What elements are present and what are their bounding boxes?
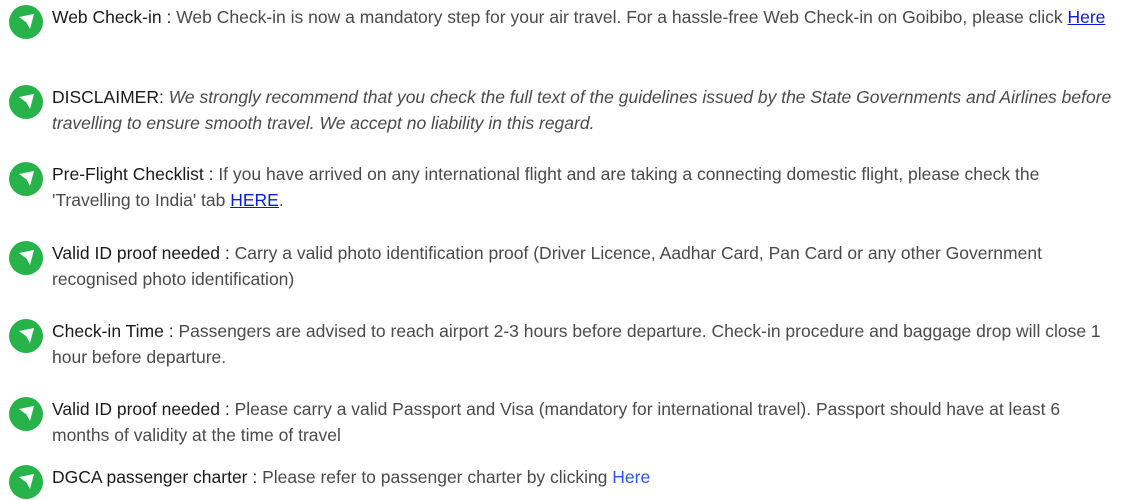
location-arrow-icon bbox=[9, 397, 43, 431]
list-item-text: Valid ID proof needed : Carry a valid ph… bbox=[52, 240, 1116, 292]
location-arrow-icon bbox=[9, 241, 43, 275]
item-label: Web Check-in : bbox=[52, 7, 172, 27]
item-suffix: . bbox=[278, 190, 284, 210]
item-label: Check-in Time : bbox=[52, 321, 174, 341]
location-arrow-icon bbox=[9, 162, 43, 196]
list-item-text: DGCA passenger charter : Please refer to… bbox=[52, 464, 1116, 490]
item-description: Please refer to passenger charter by cli… bbox=[262, 467, 608, 487]
item-label: DGCA passenger charter : bbox=[52, 467, 258, 487]
location-arrow-icon bbox=[9, 465, 43, 499]
web-checkin-here-link[interactable]: Here bbox=[1067, 7, 1105, 27]
item-label: Valid ID proof needed : bbox=[52, 243, 230, 263]
item-description: We strongly recommend that you check the… bbox=[52, 87, 1112, 133]
travel-guidelines-list: Web Check-in : Web Check-in is now a man… bbox=[0, 0, 1122, 499]
location-arrow-icon bbox=[9, 319, 43, 353]
location-arrow-icon bbox=[9, 5, 43, 39]
item-label: Pre-Flight Checklist : bbox=[52, 164, 214, 184]
list-item-text: Pre-Flight Checklist : If you have arriv… bbox=[52, 161, 1116, 213]
list-item-text: Valid ID proof needed : Please carry a v… bbox=[52, 396, 1116, 448]
travelling-to-india-here-link[interactable]: HERE bbox=[230, 190, 279, 210]
item-description: Web Check-in is now a mandatory step for… bbox=[176, 7, 1063, 27]
item-label: DISCLAIMER: bbox=[52, 87, 164, 107]
list-item-text: Check-in Time : Passengers are advised t… bbox=[52, 318, 1116, 370]
item-label: Valid ID proof needed : bbox=[52, 399, 230, 419]
passenger-charter-here-link[interactable]: Here bbox=[612, 467, 650, 487]
location-arrow-icon bbox=[9, 85, 43, 119]
list-item-text: DISCLAIMER: We strongly recommend that y… bbox=[52, 84, 1116, 136]
item-description: Passengers are advised to reach airport … bbox=[52, 321, 1101, 367]
list-item-text: Web Check-in : Web Check-in is now a man… bbox=[52, 4, 1116, 30]
